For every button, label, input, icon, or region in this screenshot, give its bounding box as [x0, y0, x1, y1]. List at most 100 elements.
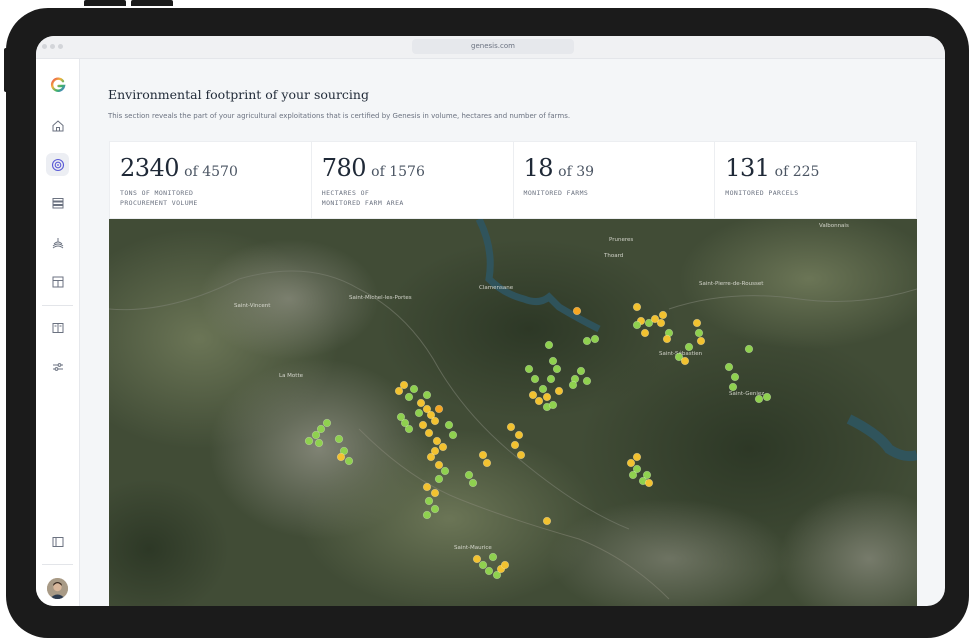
parcel-marker[interactable] — [500, 560, 510, 570]
parcel-marker[interactable] — [444, 420, 454, 430]
parcel-marker[interactable] — [484, 566, 494, 576]
parcel-marker[interactable] — [534, 396, 544, 406]
parcel-marker[interactable] — [644, 478, 654, 488]
map-label: Saint-Maurice — [454, 545, 492, 551]
parcel-marker[interactable] — [546, 374, 556, 384]
url-bar[interactable]: genesis.com — [412, 39, 574, 54]
satellite-map[interactable]: Pruneres Saint-Pierre-de-Rousset Saint-Mic… — [109, 219, 917, 606]
parcel-marker[interactable] — [304, 436, 314, 446]
parcel-marker[interactable] — [632, 452, 642, 462]
sidebar-item-book[interactable] — [46, 316, 69, 339]
parcel-marker[interactable] — [684, 342, 694, 352]
sidebar-item-farms[interactable] — [46, 231, 69, 254]
parcel-marker[interactable] — [548, 400, 558, 410]
parcel-marker[interactable] — [430, 446, 440, 456]
parcel-marker[interactable] — [448, 430, 458, 440]
parcel-marker[interactable] — [730, 372, 740, 382]
sidebar-item-sourcing[interactable] — [46, 153, 69, 176]
parcel-marker[interactable] — [464, 470, 474, 480]
parcel-marker[interactable] — [514, 430, 524, 440]
parcel-marker[interactable] — [422, 482, 432, 492]
parcel-marker[interactable] — [478, 450, 488, 460]
parcel-marker[interactable] — [422, 390, 432, 400]
parcel-marker[interactable] — [632, 302, 642, 312]
user-avatar[interactable] — [47, 578, 68, 599]
parcel-marker[interactable] — [506, 422, 516, 432]
parcel-marker[interactable] — [754, 394, 764, 404]
parcel-marker[interactable] — [322, 418, 332, 428]
parcel-marker[interactable] — [434, 474, 444, 484]
parcel-marker[interactable] — [568, 380, 578, 390]
parcel-marker[interactable] — [468, 478, 478, 488]
parcel-marker[interactable] — [438, 442, 448, 452]
calendar-icon — [52, 276, 63, 287]
parcel-marker[interactable] — [576, 366, 586, 376]
parcel-marker[interactable] — [414, 408, 424, 418]
parcel-marker[interactable] — [582, 376, 592, 386]
parcel-marker[interactable] — [416, 398, 426, 408]
parcel-marker[interactable] — [396, 412, 406, 422]
parcel-marker[interactable] — [488, 552, 498, 562]
parcel-marker[interactable] — [658, 310, 668, 320]
parcel-marker[interactable] — [662, 334, 672, 344]
parcel-marker[interactable] — [632, 320, 642, 330]
parcel-marker[interactable] — [582, 336, 592, 346]
parcel-marker[interactable] — [628, 470, 638, 480]
sidebar-item-settings[interactable] — [46, 355, 69, 378]
parcel-marker[interactable] — [432, 436, 442, 446]
parcel-marker[interactable] — [640, 328, 650, 338]
logo[interactable] — [46, 73, 69, 96]
parcel-marker[interactable] — [404, 392, 414, 402]
parcel-marker[interactable] — [692, 318, 702, 328]
parcel-marker[interactable] — [538, 384, 548, 394]
parcel-marker[interactable] — [334, 434, 344, 444]
parcel-marker[interactable] — [552, 364, 562, 374]
parcel-marker[interactable] — [478, 560, 488, 570]
parcel-marker[interactable] — [696, 336, 706, 346]
parcel-marker[interactable] — [434, 460, 444, 470]
parcel-marker[interactable] — [344, 456, 354, 466]
window-dot — [50, 44, 55, 49]
parcel-marker[interactable] — [626, 458, 636, 468]
parcel-marker[interactable] — [399, 380, 409, 390]
parcel-marker[interactable] — [422, 510, 432, 520]
parcel-marker[interactable] — [542, 516, 552, 526]
parcel-marker[interactable] — [482, 458, 492, 468]
parcel-marker[interactable] — [528, 390, 538, 400]
parcel-marker[interactable] — [542, 392, 552, 402]
parcel-marker[interactable] — [728, 382, 738, 392]
parcel-marker[interactable] — [744, 344, 754, 354]
parcel-marker[interactable] — [680, 356, 690, 366]
parcel-marker[interactable] — [434, 404, 444, 414]
parcel-marker[interactable] — [724, 362, 734, 372]
parcel-marker[interactable] — [548, 356, 558, 366]
parcel-marker[interactable] — [430, 416, 440, 426]
parcel-marker[interactable] — [424, 428, 434, 438]
sidebar-collapse-button[interactable] — [46, 530, 69, 553]
sidebar-item-suppliers[interactable] — [46, 191, 69, 214]
parcel-marker[interactable] — [554, 386, 564, 396]
sidebar-item-calendar[interactable] — [46, 270, 69, 293]
parcel-marker[interactable] — [650, 314, 660, 324]
parcel-marker[interactable] — [430, 488, 440, 498]
parcel-marker[interactable] — [424, 496, 434, 506]
parcel-marker[interactable] — [516, 450, 526, 460]
parcel-marker[interactable] — [314, 438, 324, 448]
parcel-marker[interactable] — [762, 392, 772, 402]
parcel-marker[interactable] — [590, 334, 600, 344]
parcel-marker[interactable] — [694, 328, 704, 338]
parcel-marker[interactable] — [524, 364, 534, 374]
parcel-marker[interactable] — [530, 374, 540, 384]
parcel-marker[interactable] — [572, 306, 582, 316]
parcel-marker[interactable] — [409, 384, 419, 394]
parcel-marker[interactable] — [418, 420, 428, 430]
parcel-marker[interactable] — [336, 452, 346, 462]
sidebar-item-home[interactable] — [46, 114, 69, 137]
parcel-marker[interactable] — [440, 466, 450, 476]
parcel-marker[interactable] — [430, 504, 440, 514]
parcel-marker[interactable] — [472, 554, 482, 564]
parcel-marker[interactable] — [510, 440, 520, 450]
map-canvas[interactable]: Pruneres Saint-Pierre-de-Rousset Saint-Mic… — [109, 219, 917, 606]
parcel-marker[interactable] — [544, 340, 554, 350]
parcel-marker[interactable] — [316, 424, 326, 434]
